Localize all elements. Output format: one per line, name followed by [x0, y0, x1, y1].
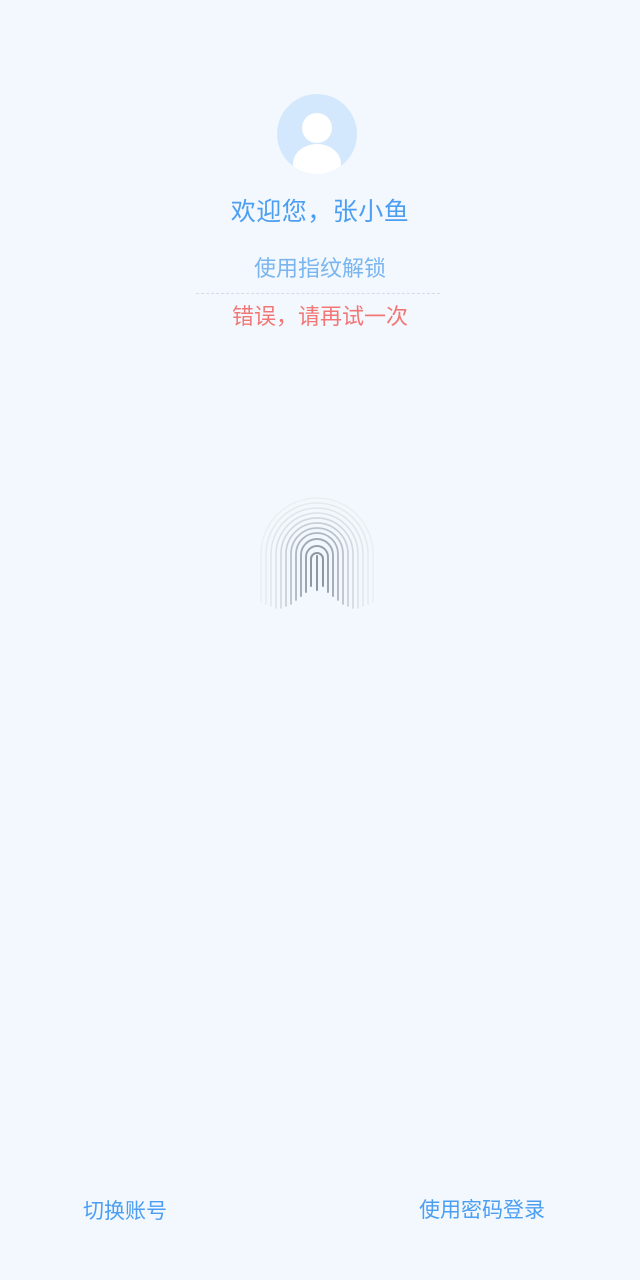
dashed-divider — [196, 293, 440, 294]
switch-account-link[interactable]: 切换账号 — [83, 1194, 167, 1228]
fingerprint-hint: 使用指纹解锁 — [253, 257, 386, 282]
password-login-link[interactable]: 使用密码登录 — [419, 1193, 545, 1227]
welcome-title: 欢迎您，张小鱼 — [230, 197, 410, 226]
fingerprint-unlock-screen: 欢迎您，张小鱼 使用指纹解锁 错误，请再试一次 切换账号 使用密码登录 — [0, 0, 640, 1280]
fingerprint-icon[interactable] — [255, 494, 379, 618]
user-avatar-icon — [277, 94, 357, 174]
error-message: 错误，请再试一次 — [231, 305, 408, 330]
